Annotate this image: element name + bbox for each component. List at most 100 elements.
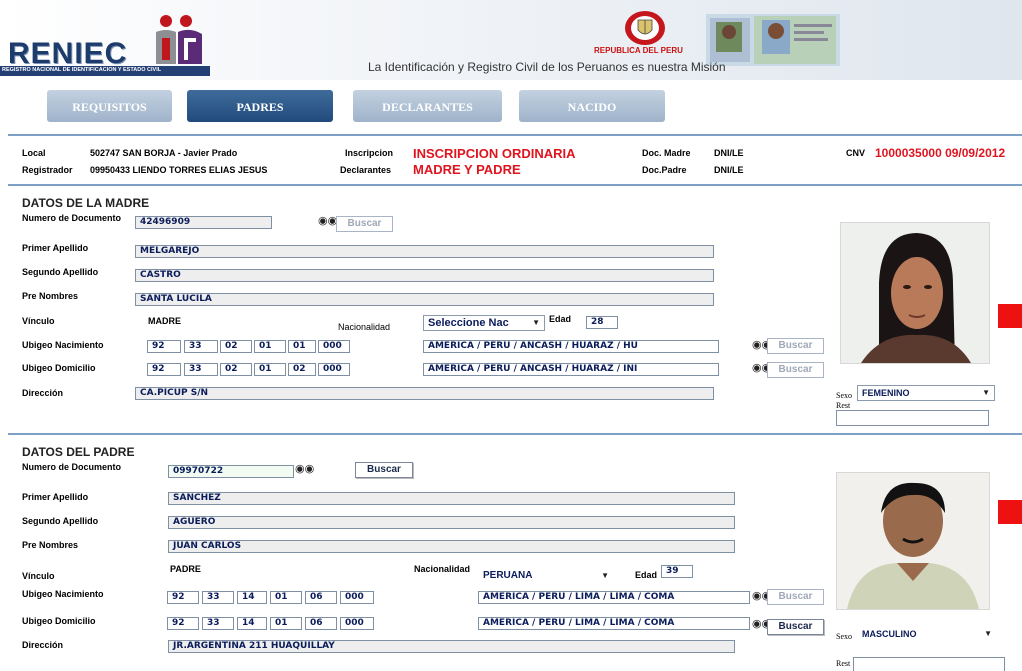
peru-crest-icon [625, 11, 665, 45]
padre-ubigeo-nac-1[interactable]: 92 [167, 591, 199, 604]
padre-edad-input[interactable]: 39 [661, 565, 693, 578]
padre-direccion-input[interactable]: JR.ARGENTINA 211 HUAQUILLAY [168, 640, 735, 653]
madre-ubigeo-nac-2[interactable]: 33 [184, 340, 218, 353]
binoculars-icon[interactable]: ◉◉ [295, 462, 314, 475]
madre-ubigeo-nac-text[interactable]: AMERICA / PERU / ANCASH / HUARAZ / HU [423, 340, 719, 353]
tab-nacido[interactable]: NACIDO [519, 90, 665, 122]
madre-segundo-apellido-input[interactable]: CASTRO [135, 269, 714, 282]
inscripcion-value: INSCRIPCION ORDINARIA [413, 146, 576, 161]
madre-ubigeo-dom-2[interactable]: 33 [184, 363, 218, 376]
madre-nacionalidad-select[interactable]: Seleccione Nac ▼ [423, 315, 545, 331]
madre-num-doc-label: Numero de Documento [22, 213, 122, 223]
madre-ubigeo-nac-1[interactable]: 92 [147, 340, 181, 353]
padre-sexo-select[interactable]: MASCULINO ▼ [857, 626, 997, 642]
mision-slogan: La Identificación y Registro Civil de lo… [368, 60, 726, 74]
padre-direccion-label: Dirección [22, 640, 64, 650]
doc-padre-label: Doc.Padre [642, 165, 687, 175]
madre-ubigeo-nac-label: Ubigeo Nacimiento [22, 340, 104, 350]
padre-nacionalidad-value: PERUANA [483, 570, 533, 581]
padre-ubigeo-dom-3[interactable]: 14 [237, 617, 267, 630]
madre-direccion-label: Dirección [22, 388, 64, 398]
logo-subtitle: REGISTRO NACIONAL DE IDENTIFICACION Y ES… [2, 67, 162, 73]
madre-sexo-select[interactable]: FEMENINO ▼ [857, 385, 995, 401]
doc-madre-value: DNI/LE [714, 148, 744, 158]
padre-primer-apellido-input[interactable]: SANCHEZ [168, 492, 735, 505]
padre-buscar-button[interactable]: Buscar [355, 462, 413, 478]
padre-ubigeo-dom-4[interactable]: 01 [270, 617, 302, 630]
doc-madre-label: Doc. Madre [642, 148, 691, 158]
padre-segundo-apellido-input[interactable]: AGUERO [168, 516, 735, 529]
madre-ubigeo-dom-label: Ubigeo Domicilio [22, 363, 96, 373]
divider [8, 134, 1022, 136]
madre-direccion-input[interactable]: CA.PICUP S/N [135, 387, 714, 400]
madre-segundo-apellido-label: Segundo Apellido [22, 267, 99, 277]
madre-primer-apellido-label: Primer Apellido [22, 243, 89, 253]
madre-pre-nombres-label: Pre Nombres [22, 291, 79, 301]
padre-sexo-label: Sexo [836, 632, 852, 641]
padre-sexo-value: MASCULINO [862, 629, 917, 639]
padre-ubigeo-nac-2[interactable]: 33 [202, 591, 234, 604]
person-photo-icon [837, 473, 989, 609]
padre-ubigeo-dom-5[interactable]: 06 [305, 617, 337, 630]
padre-rest-label: Rest [836, 659, 851, 668]
padre-num-doc-label: Numero de Documento [22, 462, 122, 472]
padre-segundo-apellido-label: Segundo Apellido [22, 516, 99, 526]
chevron-down-icon: ▼ [982, 388, 990, 397]
padre-nacionalidad-select[interactable]: PERUANA ▼ [478, 568, 614, 584]
republica-label: REPUBLICA DEL PERU [594, 46, 683, 55]
madre-ubigeo-dom-text[interactable]: AMERICA / PERU / ANCASH / HUARAZ / INI [423, 363, 719, 376]
padre-status-indicator [998, 500, 1022, 524]
tab-padres[interactable]: PADRES [187, 90, 333, 122]
doc-padre-value: DNI/LE [714, 165, 744, 175]
padre-ubigeo-dom-6[interactable]: 000 [340, 617, 374, 630]
madre-buscar-button[interactable]: Buscar [336, 216, 393, 232]
madre-rest-input[interactable] [836, 410, 989, 426]
padre-num-doc-input[interactable]: 09970722 [168, 465, 294, 478]
madre-ubigeo-dom-5[interactable]: 02 [288, 363, 316, 376]
registrador-label: Registrador [22, 165, 73, 175]
padre-pre-nombres-input[interactable]: JUAN CARLOS [168, 540, 735, 553]
madre-primer-apellido-input[interactable]: MELGAREJO [135, 245, 714, 258]
reniec-logo-mark-icon [156, 15, 202, 65]
padre-ubigeo-dom-1[interactable]: 92 [167, 617, 199, 630]
madre-ubigeo-dom-buscar-button[interactable]: Buscar [767, 362, 824, 378]
madre-ubigeo-nac-5[interactable]: 01 [288, 340, 316, 353]
id-cards-image-icon [706, 14, 840, 66]
madre-num-doc-input[interactable]: 42496909 [135, 216, 272, 229]
madre-pre-nombres-input[interactable]: SANTA LUCILA [135, 293, 714, 306]
madre-ubigeo-dom-4[interactable]: 01 [254, 363, 286, 376]
padre-ubigeo-nac-5[interactable]: 06 [305, 591, 337, 604]
madre-photo [840, 222, 990, 364]
padre-ubigeo-nac-6[interactable]: 000 [340, 591, 374, 604]
padre-vinculo-value: PADRE [170, 564, 201, 574]
padre-primer-apellido-label: Primer Apellido [22, 492, 89, 502]
cnv-label: CNV [846, 148, 866, 158]
madre-ubigeo-dom-6[interactable]: 000 [318, 363, 350, 376]
padre-rest-input[interactable] [853, 657, 1005, 671]
padre-ubigeo-dom-buscar-button[interactable]: Buscar [767, 619, 824, 635]
padre-ubigeo-dom-2[interactable]: 33 [202, 617, 234, 630]
madre-edad-input[interactable]: 28 [586, 316, 618, 329]
madre-ubigeo-nac-4[interactable]: 01 [254, 340, 286, 353]
binoculars-icon[interactable]: ◉◉ [318, 214, 337, 227]
padre-edad-label: Edad [635, 570, 658, 580]
madre-ubigeo-dom-3[interactable]: 02 [220, 363, 252, 376]
registrador-value: 09950433 LIENDO TORRES ELIAS JESUS [90, 165, 268, 175]
padre-section-title: DATOS DEL PADRE [22, 445, 135, 459]
madre-ubigeo-nac-buscar-button[interactable]: Buscar [767, 338, 824, 354]
tab-declarantes[interactable]: DECLARANTES [353, 90, 502, 122]
padre-ubigeo-nac-4[interactable]: 01 [270, 591, 302, 604]
chevron-down-icon: ▼ [984, 629, 992, 638]
padre-ubigeo-nac-text[interactable]: AMERICA / PERU / LIMA / LIMA / COMA [478, 591, 750, 604]
madre-ubigeo-nac-3[interactable]: 02 [220, 340, 252, 353]
madre-ubigeo-dom-1[interactable]: 92 [147, 363, 181, 376]
local-label: Local [22, 148, 46, 158]
madre-edad-label: Edad [549, 314, 572, 324]
tab-requisitos[interactable]: REQUISITOS [47, 90, 172, 122]
padre-ubigeo-nac-buscar-button[interactable]: Buscar [767, 589, 824, 605]
padre-ubigeo-nac-3[interactable]: 14 [237, 591, 267, 604]
person-photo-icon [841, 223, 989, 363]
cnv-value: 1000035000 09/09/2012 [875, 146, 1006, 160]
padre-ubigeo-dom-text[interactable]: AMERICA / PERU / LIMA / LIMA / COMA [478, 617, 750, 630]
madre-ubigeo-nac-6[interactable]: 000 [318, 340, 350, 353]
